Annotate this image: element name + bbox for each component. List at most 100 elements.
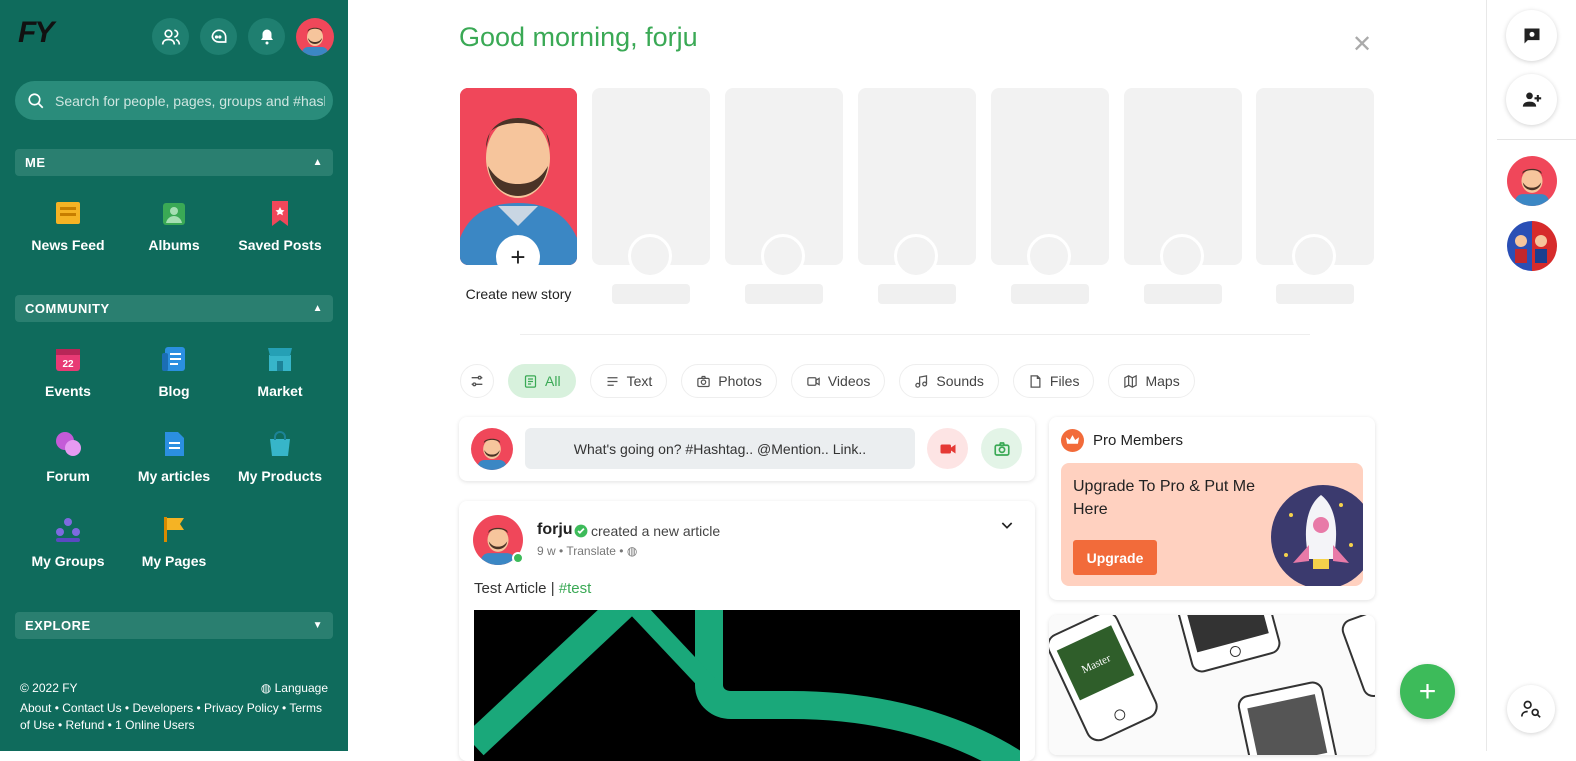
chevron-down-icon[interactable] bbox=[999, 517, 1015, 538]
nav-label: Saved Posts bbox=[238, 237, 322, 253]
photo-upload-button[interactable] bbox=[981, 428, 1022, 469]
group-avatar[interactable] bbox=[1507, 221, 1557, 271]
post-body: Test Article | bbox=[474, 580, 559, 597]
app-logo[interactable]: FY bbox=[18, 16, 54, 50]
pro-members-header: Pro Members bbox=[1061, 429, 1183, 452]
filter-videos[interactable]: Videos bbox=[790, 364, 886, 398]
camera-icon bbox=[697, 375, 710, 387]
file-icon bbox=[1030, 374, 1041, 388]
camera-icon bbox=[993, 441, 1010, 456]
nav-label: Blog bbox=[158, 383, 190, 399]
filter-all[interactable]: All bbox=[508, 364, 576, 398]
nav-label: My Products bbox=[237, 468, 322, 484]
post-action: created a new article bbox=[591, 523, 721, 539]
story-avatar-placeholder bbox=[628, 234, 672, 278]
crown-icon bbox=[1061, 429, 1084, 452]
divider bbox=[1497, 139, 1576, 140]
filter-label: Files bbox=[1049, 373, 1080, 389]
store-icon bbox=[268, 348, 292, 371]
divider bbox=[520, 334, 1310, 335]
groups-icon bbox=[56, 518, 80, 542]
add-story-button[interactable]: + bbox=[496, 235, 540, 279]
add-friend-button[interactable] bbox=[1506, 74, 1557, 125]
language-label: Language bbox=[274, 681, 328, 695]
shopping-bag-icon bbox=[270, 431, 290, 456]
filter-label: Text bbox=[626, 373, 653, 389]
albums-icon bbox=[163, 203, 185, 225]
search-input[interactable] bbox=[55, 92, 325, 109]
add-user-icon bbox=[1522, 92, 1541, 107]
search-bar[interactable] bbox=[15, 81, 333, 120]
sidebar: FY ME ▲ News Feed Albums Saved Posts CO bbox=[0, 0, 348, 751]
live-video-button[interactable] bbox=[927, 428, 968, 469]
video-icon bbox=[807, 376, 820, 386]
translate-link[interactable]: Translate bbox=[566, 544, 616, 558]
nav-news-feed[interactable]: News Feed bbox=[15, 198, 121, 253]
svg-text:22: 22 bbox=[62, 359, 74, 370]
nav-label: Events bbox=[45, 383, 91, 399]
footer-links-1[interactable]: About • Contact Us • Developers • Privac… bbox=[20, 700, 330, 717]
search-contacts-button[interactable] bbox=[1507, 685, 1555, 733]
section-me-header[interactable]: ME ▲ bbox=[15, 149, 333, 176]
hashtag-link[interactable]: #test bbox=[559, 580, 592, 597]
nav-label: My Pages bbox=[141, 553, 207, 569]
news-feed-icon bbox=[56, 202, 80, 224]
nav-my-groups[interactable]: My Groups bbox=[15, 514, 121, 569]
post-time[interactable]: 9 w bbox=[537, 544, 556, 558]
messages-icon[interactable] bbox=[200, 18, 237, 55]
forum-icon bbox=[56, 432, 81, 456]
filter-maps[interactable]: Maps bbox=[1108, 364, 1195, 398]
filter-files[interactable]: Files bbox=[1012, 364, 1095, 398]
close-icon[interactable]: ✕ bbox=[1352, 30, 1372, 59]
chevron-up-icon: ▲ bbox=[312, 303, 323, 314]
chevron-up-icon: ▲ bbox=[312, 157, 323, 168]
nav-label: My articles bbox=[137, 468, 211, 484]
contact-avatar[interactable] bbox=[1507, 156, 1557, 206]
user-avatar[interactable] bbox=[296, 18, 334, 56]
nav-albums[interactable]: Albums bbox=[121, 198, 227, 253]
sliders-icon bbox=[471, 375, 483, 387]
footer-links-2[interactable]: of Use • Refund • 1 Online Users bbox=[20, 717, 330, 734]
section-community-header[interactable]: COMMUNITY ▲ bbox=[15, 295, 333, 322]
nav-blog[interactable]: Blog bbox=[121, 344, 227, 399]
friends-icon[interactable] bbox=[152, 18, 189, 55]
nav-label: Forum bbox=[46, 468, 90, 484]
section-community-label: COMMUNITY bbox=[25, 301, 110, 316]
filter-text[interactable]: Text bbox=[589, 364, 668, 398]
post-image[interactable] bbox=[474, 610, 1020, 761]
nav-label: Market bbox=[257, 383, 303, 399]
filter-photos[interactable]: Photos bbox=[681, 364, 777, 398]
filter-settings-button[interactable] bbox=[460, 364, 494, 398]
story-name-placeholder bbox=[1011, 284, 1089, 304]
upgrade-button[interactable]: Upgrade bbox=[1073, 540, 1157, 575]
article-icon bbox=[165, 432, 184, 456]
section-explore-header[interactable]: EXPLORE ▼ bbox=[15, 612, 333, 639]
notifications-icon[interactable] bbox=[248, 18, 285, 55]
story-name-placeholder bbox=[1144, 284, 1222, 304]
sidebar-footer: © 2022 FY ◍ Language About • Contact Us … bbox=[20, 680, 330, 734]
nav-market[interactable]: Market bbox=[227, 344, 333, 399]
document-icon bbox=[524, 374, 537, 388]
nav-events[interactable]: 22 Events bbox=[15, 344, 121, 399]
text-icon bbox=[607, 376, 618, 386]
calendar-icon: 22 bbox=[56, 349, 80, 371]
filter-label: Photos bbox=[718, 373, 762, 389]
ad-image[interactable]: Master bbox=[1049, 615, 1375, 755]
composer-input[interactable]: What's going on? #Hashtag.. @Mention.. L… bbox=[525, 428, 915, 469]
story-avatar-placeholder bbox=[894, 234, 938, 278]
post-author[interactable]: forju bbox=[537, 521, 573, 539]
nav-my-articles[interactable]: My articles bbox=[121, 429, 227, 484]
chat-settings-button[interactable] bbox=[1506, 10, 1557, 61]
nav-my-products[interactable]: My Products bbox=[227, 429, 333, 484]
nav-my-pages[interactable]: My Pages bbox=[121, 514, 227, 569]
language-link[interactable]: ◍ Language bbox=[261, 680, 328, 697]
nav-forum[interactable]: Forum bbox=[15, 429, 121, 484]
filter-label: All bbox=[545, 373, 561, 389]
bookmark-icon bbox=[272, 201, 288, 226]
story-avatar-placeholder bbox=[1027, 234, 1071, 278]
nav-saved-posts[interactable]: Saved Posts bbox=[227, 198, 333, 253]
create-post-fab[interactable]: + bbox=[1400, 664, 1455, 719]
filter-sounds[interactable]: Sounds bbox=[899, 364, 999, 398]
story-name-placeholder bbox=[612, 284, 690, 304]
nav-label: Albums bbox=[148, 237, 200, 253]
